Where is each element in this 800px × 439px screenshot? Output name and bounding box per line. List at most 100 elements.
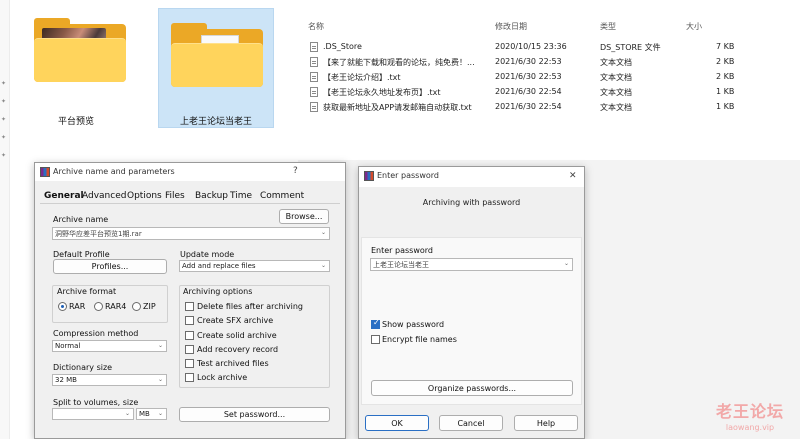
- file-row[interactable]: 获取最新地址及APP请发邮箱自动获取.txt 2021/6/30 22:54 文…: [298, 100, 800, 115]
- file-type: 文本文档: [600, 58, 632, 67]
- file-name: 获取最新地址及APP请发邮箱自动获取.txt: [323, 103, 472, 112]
- archive-name-input[interactable]: 洞野华应差平台预览1期.rar ⌄: [52, 227, 330, 240]
- compression-method-value: Normal: [55, 342, 81, 350]
- file-icon: [310, 72, 318, 82]
- dictionary-size-label: Dictionary size: [53, 363, 113, 372]
- file-modified: 2021/6/30 22:54: [495, 87, 562, 96]
- lock-archive-label: Lock archive: [197, 373, 248, 382]
- default-profile-label: Default Profile: [53, 250, 110, 259]
- file-type: DS_STORE 文件: [600, 43, 661, 52]
- format-rar4-radio[interactable]: [94, 302, 103, 311]
- file-type: 文本文档: [600, 73, 632, 82]
- pin-icon[interactable]: ✦: [1, 134, 6, 141]
- test-files-label: Test archived files: [197, 359, 269, 368]
- pin-icon[interactable]: ✦: [1, 152, 6, 159]
- tab-general[interactable]: General: [44, 191, 84, 201]
- test-files-checkbox[interactable]: [185, 359, 194, 368]
- column-header-type[interactable]: 类型: [600, 21, 616, 32]
- recovery-record-checkbox[interactable]: [185, 345, 194, 354]
- file-icon: [310, 57, 318, 67]
- lock-archive-checkbox[interactable]: [185, 373, 194, 382]
- update-mode-select[interactable]: Add and replace files ⌄: [179, 260, 330, 272]
- organize-passwords-button[interactable]: Organize passwords...: [371, 380, 573, 396]
- file-icon: [310, 42, 318, 52]
- tab-comment[interactable]: Comment: [260, 191, 304, 201]
- dictionary-size-select[interactable]: 32 MB ⌄: [52, 374, 167, 386]
- winrar-icon: [40, 167, 50, 177]
- browse-button[interactable]: Browse...: [279, 209, 329, 224]
- file-row[interactable]: .DS_Store 2020/10/15 23:36 DS_STORE 文件 7…: [298, 40, 800, 55]
- create-solid-checkbox[interactable]: [185, 331, 194, 340]
- update-mode-label: Update mode: [180, 250, 235, 259]
- tab-options[interactable]: Options: [127, 191, 162, 201]
- encrypt-names-checkbox[interactable]: [371, 335, 380, 344]
- tab-backup[interactable]: Backup: [195, 191, 228, 201]
- file-row[interactable]: 【老王论坛介绍】.txt 2021/6/30 22:53 文本文档 2 KB: [298, 70, 800, 85]
- split-unit-select[interactable]: MB ⌄: [136, 408, 167, 420]
- format-rar4-label: RAR4: [105, 302, 127, 311]
- file-modified: 2021/6/30 22:53: [495, 72, 562, 81]
- help-icon[interactable]: ?: [293, 166, 298, 176]
- tab-time[interactable]: Time: [230, 191, 252, 201]
- compression-method-select[interactable]: Normal ⌄: [52, 340, 167, 352]
- close-icon[interactable]: ✕: [569, 171, 577, 181]
- show-password-checkbox[interactable]: [371, 318, 380, 329]
- tab-advanced[interactable]: Advanced: [82, 191, 126, 201]
- chevron-down-icon[interactable]: ⌄: [321, 229, 326, 236]
- pin-icon[interactable]: ✦: [1, 116, 6, 123]
- archive-name-label: Archive name: [53, 215, 109, 224]
- delete-files-checkbox[interactable]: [185, 302, 194, 311]
- folder-icon: [34, 18, 126, 82]
- archiving-options-label: Archiving options: [183, 287, 253, 296]
- folder-item-selected[interactable]: 上老王论坛当老王: [158, 8, 274, 128]
- ok-button[interactable]: OK: [365, 415, 429, 431]
- profiles-button[interactable]: Profiles...: [53, 259, 167, 274]
- password-input[interactable]: 上老王论坛当老王 ⌄: [370, 258, 573, 271]
- cancel-button[interactable]: Cancel: [439, 415, 503, 431]
- nav-strip: ✦ ✦ ✦ ✦ ✦: [0, 0, 10, 439]
- password-dialog-titlebar[interactable]: Enter password ✕: [359, 167, 584, 187]
- password-value: 上老王论坛当老王: [373, 261, 429, 269]
- file-list-pane: 名称 修改日期 类型 大小 .DS_Store 2020/10/15 23:36…: [298, 0, 800, 160]
- file-icon: [310, 87, 318, 97]
- column-header-name[interactable]: 名称: [308, 21, 324, 32]
- split-size-input[interactable]: ⌄: [52, 408, 134, 420]
- file-row[interactable]: 【老王论坛永久地址发布页】.txt 2021/6/30 22:54 文本文档 1…: [298, 85, 800, 100]
- format-rar-radio[interactable]: [58, 302, 67, 311]
- folder-item-preview[interactable]: 平台预览: [24, 14, 128, 128]
- file-name: 【来了就能下载和观看的论坛，纯免费！...: [323, 58, 475, 67]
- folder-label: 平台预览: [57, 117, 94, 127]
- file-size: 1 KB: [716, 87, 735, 96]
- file-modified: 2020/10/15 23:36: [495, 42, 567, 51]
- enter-password-label: Enter password: [371, 246, 433, 255]
- compression-method-label: Compression method: [53, 329, 139, 338]
- file-name: .DS_Store: [323, 42, 362, 51]
- help-button[interactable]: Help: [514, 415, 578, 431]
- create-sfx-checkbox[interactable]: [185, 316, 194, 325]
- watermark-url: laowang.vip: [725, 423, 775, 432]
- format-zip-radio[interactable]: [132, 302, 141, 311]
- file-row[interactable]: 【来了就能下载和观看的论坛，纯免费！... 2021/6/30 22:53 文本…: [298, 55, 800, 70]
- column-header-modified[interactable]: 修改日期: [495, 21, 527, 32]
- tab-divider: [40, 203, 340, 204]
- tab-files[interactable]: Files: [165, 191, 185, 201]
- encrypt-names-label: Encrypt file names: [382, 335, 457, 344]
- create-solid-label: Create solid archive: [197, 331, 277, 340]
- pin-icon[interactable]: ✦: [1, 80, 6, 87]
- folder-icon: [171, 23, 263, 87]
- column-header-size[interactable]: 大小: [686, 21, 702, 32]
- password-dialog-title: Enter password: [377, 171, 439, 180]
- format-zip-label: ZIP: [143, 302, 156, 311]
- file-modified: 2021/6/30 22:54: [495, 102, 562, 111]
- folder-label: 上老王论坛当老王: [179, 117, 252, 127]
- create-sfx-label: Create SFX archive: [197, 316, 274, 325]
- chevron-down-icon: ⌄: [124, 410, 130, 417]
- archive-dialog-titlebar[interactable]: Archive name and parameters ?: [35, 163, 345, 181]
- file-type: 文本文档: [600, 103, 632, 112]
- file-name: 【老王论坛永久地址发布页】.txt: [323, 88, 441, 97]
- chevron-down-icon[interactable]: ⌄: [564, 260, 569, 267]
- watermark: 老王论坛 laowang.vip: [716, 398, 784, 432]
- pin-icon[interactable]: ✦: [1, 98, 6, 105]
- set-password-button[interactable]: Set password...: [179, 407, 330, 422]
- file-icon: [310, 102, 318, 112]
